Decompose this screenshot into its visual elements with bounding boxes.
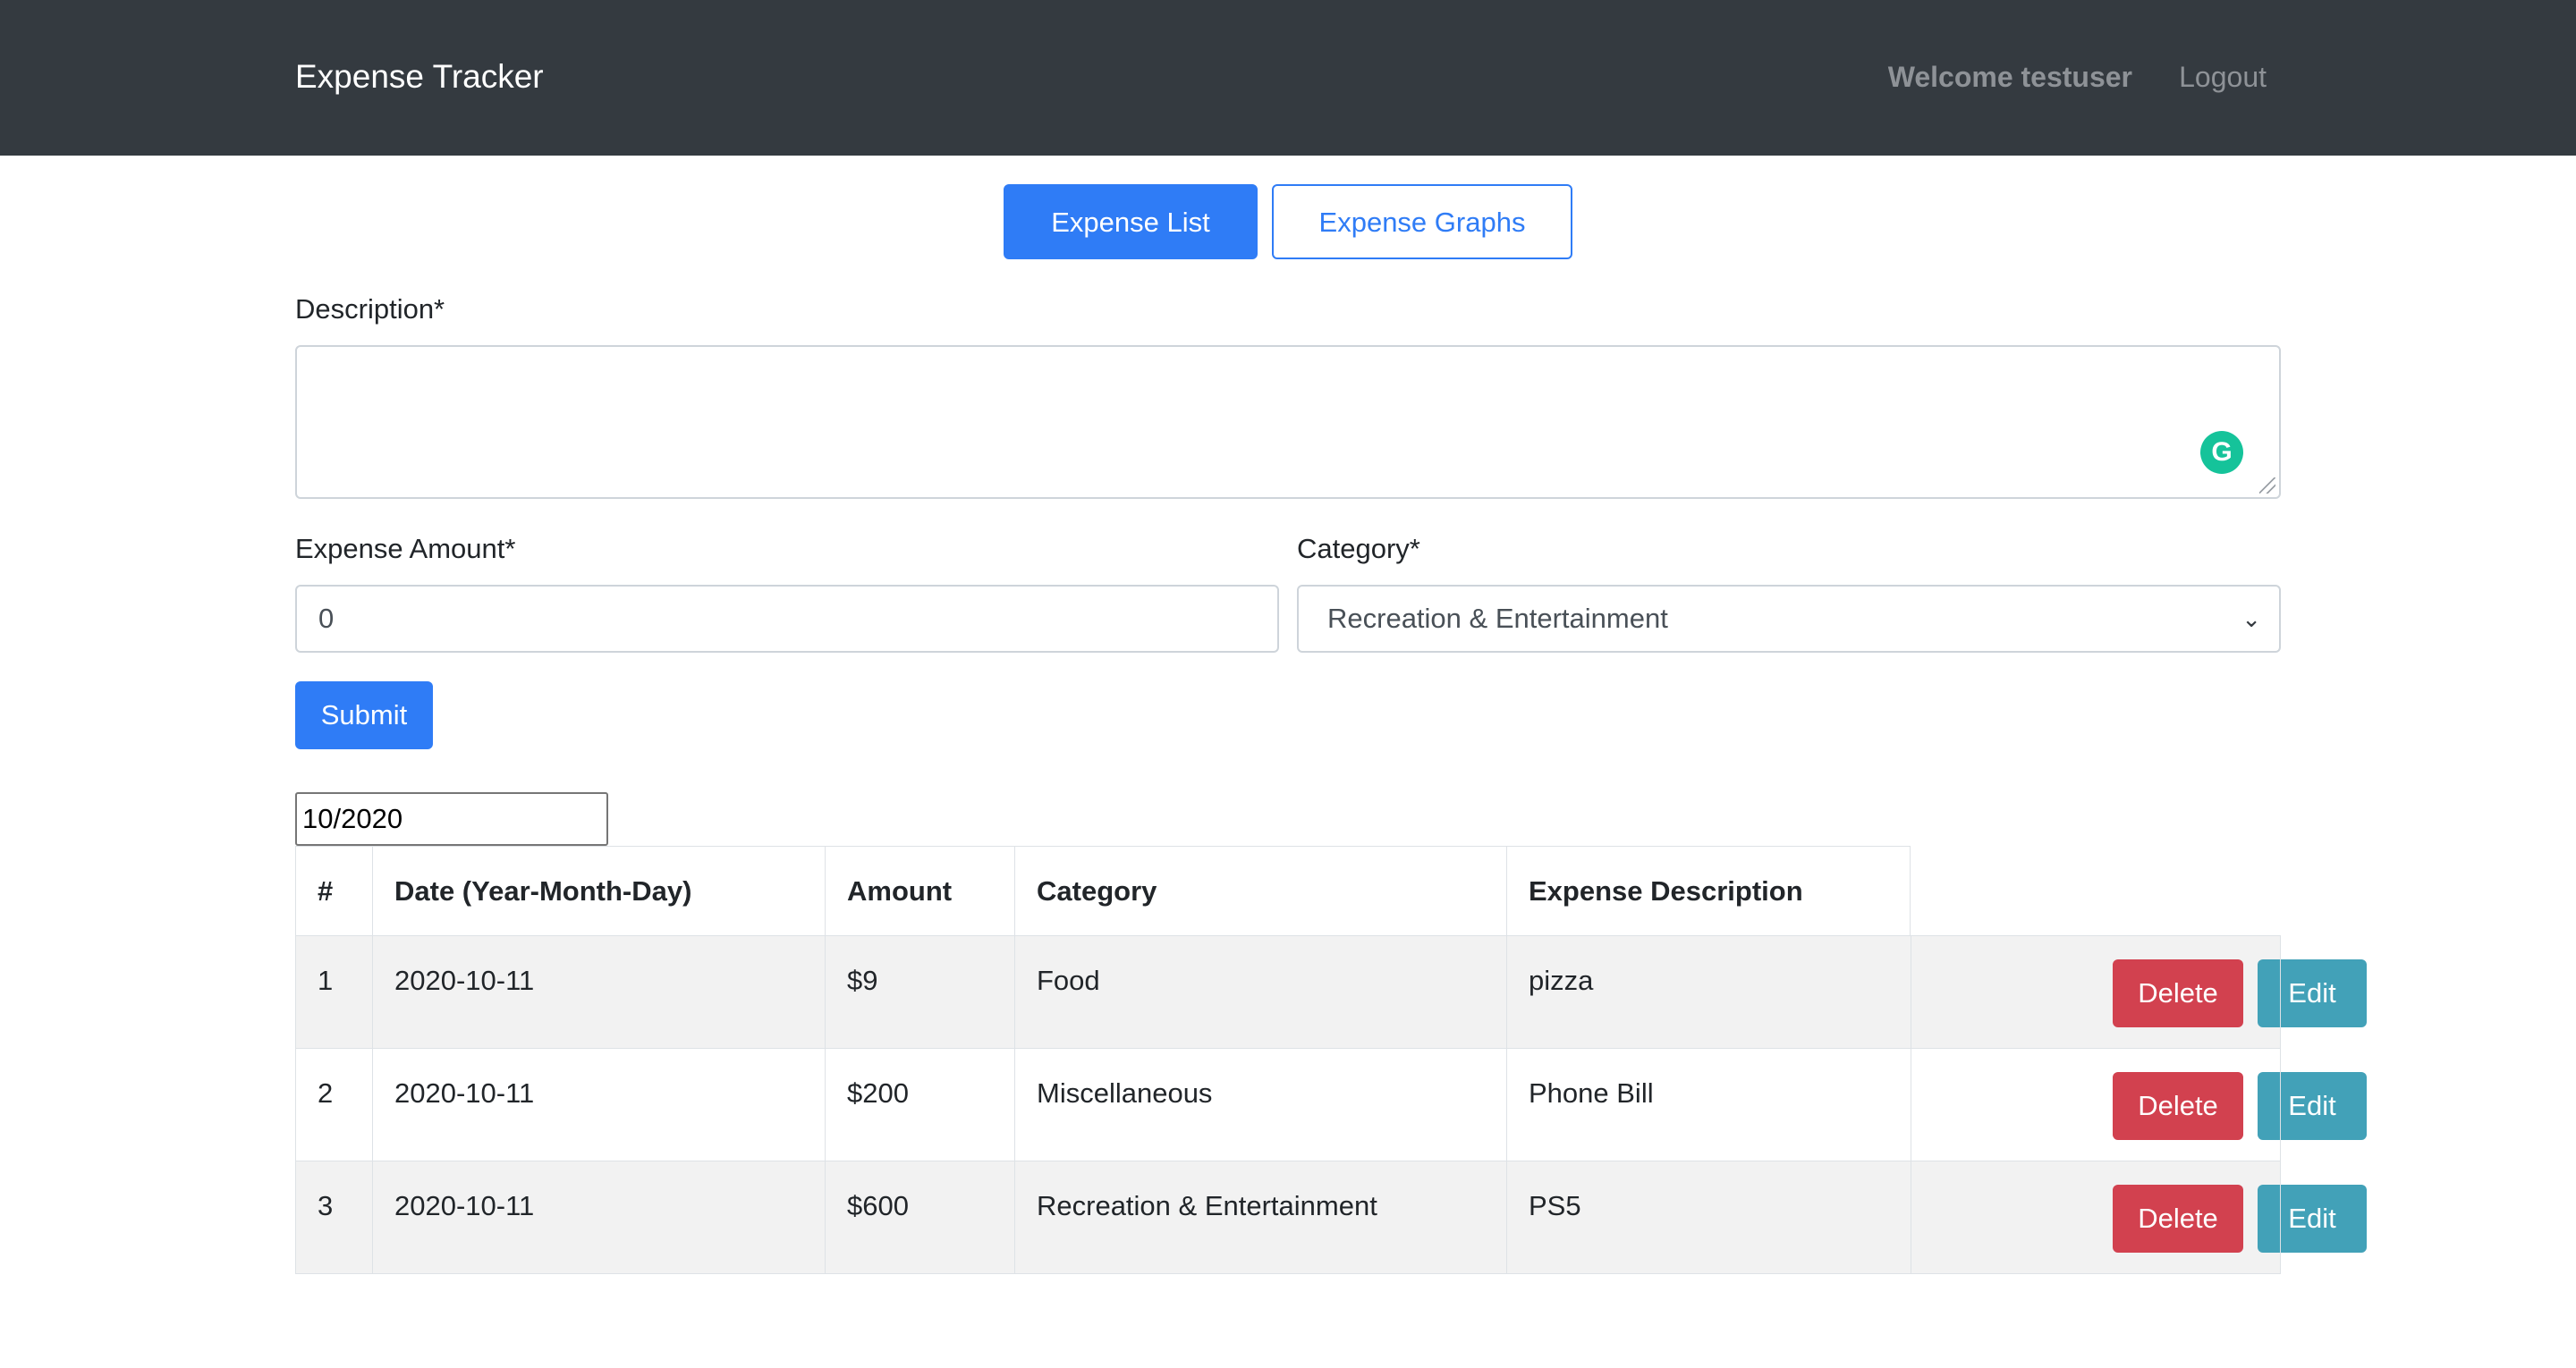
edit-button[interactable]: Edit — [2258, 1072, 2367, 1140]
welcome-text: Welcome testuser — [1887, 61, 2132, 93]
edit-button[interactable]: Edit — [2258, 1185, 2367, 1253]
category-label: Category* — [1297, 533, 1420, 564]
amount-input[interactable]: 0 — [295, 585, 1279, 653]
table-row: 2 2020-10-11 $200 Miscellaneous Phone Bi… — [295, 1048, 2367, 1161]
expense-graphs-button[interactable]: Expense Graphs — [1272, 184, 1572, 259]
row-amount: $600 — [825, 1161, 1014, 1274]
description-label: Description* — [295, 293, 445, 325]
amount-label: Expense Amount* — [295, 533, 516, 564]
header-date: Date (Year-Month-Day) — [372, 846, 825, 935]
row-category: Recreation & Entertainment — [1014, 1161, 1506, 1274]
header-amount: Amount — [825, 846, 1014, 935]
logout-link[interactable]: Logout — [2179, 59, 2267, 95]
row-description: Phone Bill — [1506, 1049, 1911, 1161]
category-selected-value: Recreation & Entertainment — [1327, 603, 1668, 634]
row-date: 2020-10-11 — [372, 1049, 825, 1161]
header-description: Expense Description — [1506, 846, 1911, 935]
delete-button[interactable]: Delete — [2113, 1072, 2243, 1140]
delete-button[interactable]: Delete — [2113, 959, 2243, 1027]
resize-handle-icon[interactable] — [2259, 477, 2275, 494]
chevron-down-icon: ⌄ — [2241, 605, 2261, 632]
edit-button[interactable]: Edit — [2258, 959, 2367, 1027]
submit-button[interactable]: Submit — [295, 681, 433, 749]
expense-list-button[interactable]: Expense List — [1004, 184, 1258, 259]
row-number: 1 — [295, 936, 372, 1049]
table-row: 3 2020-10-11 $600 Recreation & Entertain… — [295, 1161, 2367, 1274]
navbar: Expense Tracker Welcome testuser Logout — [0, 0, 2576, 156]
row-amount: $200 — [825, 1049, 1014, 1161]
description-textarea[interactable]: G — [295, 345, 2281, 499]
header-category: Category — [1014, 846, 1506, 935]
header-number: # — [295, 846, 372, 935]
row-amount: $9 — [825, 936, 1014, 1049]
row-number: 3 — [295, 1161, 372, 1274]
table-row: 1 2020-10-11 $9 Food pizza Delete Edit — [295, 935, 2367, 1049]
grammarly-icon[interactable]: G — [2200, 431, 2243, 474]
brand-title[interactable]: Expense Tracker — [295, 55, 544, 98]
row-description: pizza — [1506, 936, 1911, 1049]
category-select[interactable]: Recreation & Entertainment ⌄ — [1297, 585, 2281, 653]
table-right-border — [2280, 935, 2281, 1273]
row-date: 2020-10-11 — [372, 936, 825, 1049]
row-date: 2020-10-11 — [372, 1161, 825, 1274]
row-category: Miscellaneous — [1014, 1049, 1506, 1161]
row-category: Food — [1014, 936, 1506, 1049]
row-description: PS5 — [1506, 1161, 1911, 1274]
table-bottom-border — [295, 1273, 2281, 1274]
row-number: 2 — [295, 1049, 372, 1161]
month-filter-input[interactable]: 10/2020 — [295, 792, 608, 846]
delete-button[interactable]: Delete — [2113, 1185, 2243, 1253]
